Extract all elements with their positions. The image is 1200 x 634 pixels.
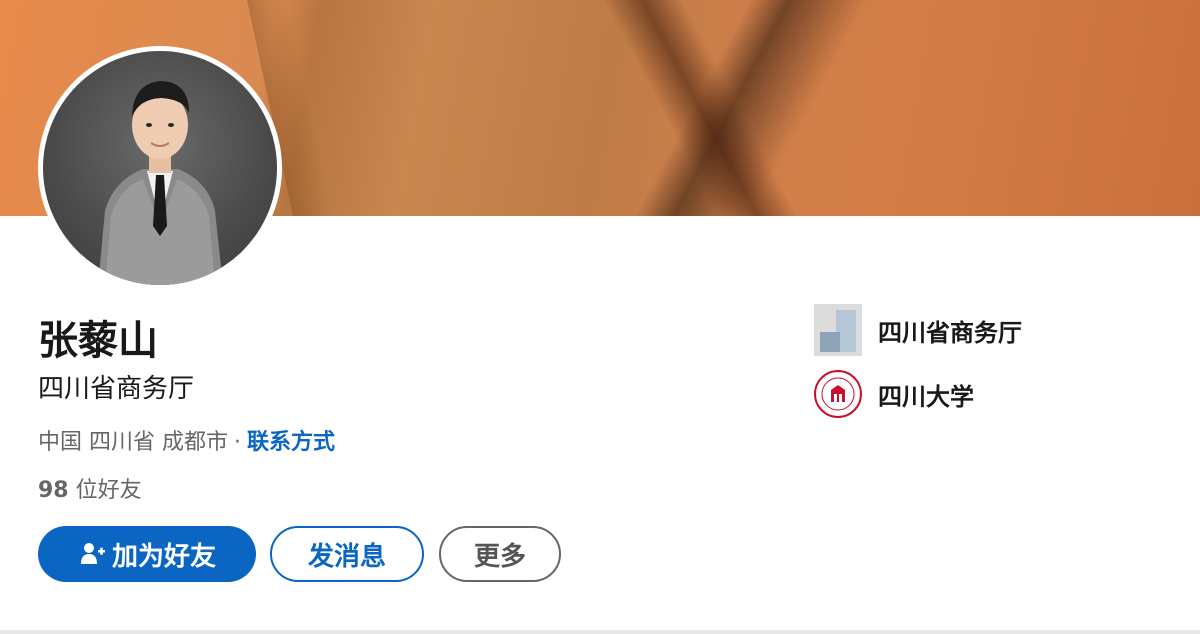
friends-number: 98 (38, 478, 69, 503)
current-company[interactable]: 四川省商务厅 (814, 304, 1022, 356)
friends-label: 位好友 (68, 478, 142, 503)
card-bottom-border (0, 630, 1200, 634)
company-logo-icon (814, 304, 862, 356)
add-person-icon (80, 543, 105, 564)
more-label: 更多 (473, 541, 526, 572)
university-seal-icon (814, 370, 862, 418)
school-name: 四川大学 (878, 382, 974, 411)
profile-headline: 四川省商务厅 (38, 374, 195, 404)
banner-shadow (602, 0, 798, 216)
message-label: 发消息 (307, 541, 386, 572)
message-button[interactable]: 发消息 (270, 526, 424, 582)
add-friend-button[interactable]: 加为好友 (38, 526, 256, 582)
education-school[interactable]: 四川大学 (814, 370, 974, 418)
separator-dot: · (234, 430, 241, 455)
company-name: 四川省商务厅 (878, 318, 1022, 347)
avatar[interactable] (38, 46, 282, 290)
contact-info-link[interactable]: 联系方式 (247, 430, 335, 455)
person-silhouette-icon (98, 81, 223, 285)
location-text: 中国 四川省 成都市 (38, 430, 228, 455)
more-button[interactable]: 更多 (439, 526, 561, 582)
profile-card: 张藜山 四川省商务厅 中国 四川省 成都市 · 联系方式 98 位好友 加为好友 发… (0, 0, 1200, 634)
profile-name: 张藜山 (38, 318, 158, 364)
avatar-photo (43, 51, 277, 285)
add-friend-label: 加为好友 (111, 541, 216, 572)
friends-count[interactable]: 98 位好友 (38, 472, 142, 504)
location-row: 中国 四川省 成都市 · 联系方式 (38, 424, 335, 456)
